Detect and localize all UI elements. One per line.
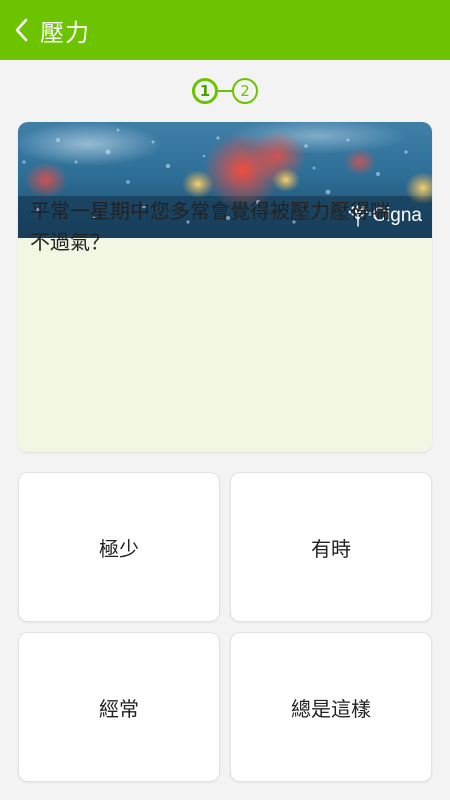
answer-option-rarely[interactable]: 極少	[18, 472, 220, 622]
back-arrow-icon	[15, 18, 28, 42]
question-text: 平常一星期中您多常會覺得被壓力壓得喘不過氣？	[30, 199, 390, 254]
question-card: Cigna	[18, 122, 432, 452]
back-button[interactable]	[4, 0, 40, 60]
step-connector	[218, 90, 232, 92]
answer-option-always[interactable]: 總是這樣	[230, 632, 432, 782]
step-indicator-2: 2	[232, 78, 258, 104]
answer-option-sometimes[interactable]: 有時	[230, 472, 432, 622]
app-screen: 壓力 1 2 Cigna 平常一星期中您多常會覺得被壓力壓得喘不過氣？ 極少 有…	[0, 0, 450, 800]
step-indicator-1: 1	[192, 78, 218, 104]
app-header: 壓力	[0, 0, 450, 60]
progress-stepper: 1 2	[0, 76, 450, 106]
answer-option-often[interactable]: 經常	[18, 632, 220, 782]
page-title: 壓力	[40, 18, 90, 47]
